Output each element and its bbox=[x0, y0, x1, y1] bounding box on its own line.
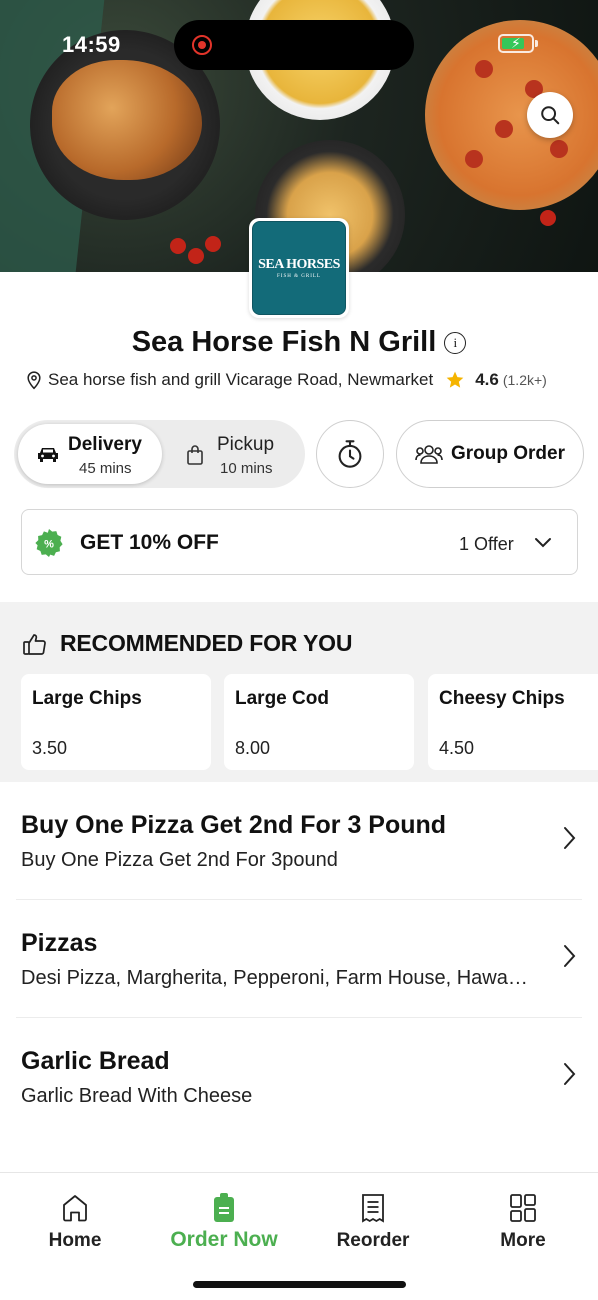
discount-badge-icon: % bbox=[35, 529, 63, 557]
recommended-item-name: Large Chips bbox=[32, 688, 142, 709]
recommended-header: RECOMMENDED FOR YOU bbox=[22, 630, 352, 657]
address-row: Sea horse fish and grill Vicarage Road, … bbox=[24, 369, 547, 391]
nav-home-label: Home bbox=[48, 1230, 102, 1251]
search-icon bbox=[541, 106, 560, 125]
chevron-right-icon bbox=[564, 945, 576, 967]
restaurant-address: Sea horse fish and grill Vicarage Road, … bbox=[48, 370, 434, 389]
nav-reorder-label: Reorder bbox=[336, 1230, 410, 1251]
car-icon bbox=[38, 448, 58, 462]
nav-more[interactable]: More bbox=[463, 1193, 583, 1252]
schedule-button[interactable] bbox=[316, 420, 384, 488]
recommended-section: RECOMMENDED FOR YOU Large Chips 3.50 Lar… bbox=[0, 602, 598, 782]
recommended-title: RECOMMENDED FOR YOU bbox=[60, 630, 353, 656]
home-icon bbox=[63, 1195, 87, 1222]
restaurant-logo: SEA HORSES FISH & GRILL bbox=[249, 218, 349, 318]
pickup-option[interactable]: Pickup 10 mins bbox=[174, 424, 301, 484]
rating-count: (1.2k+) bbox=[502, 372, 547, 388]
category-name: Pizzas bbox=[21, 929, 98, 957]
chevron-right-icon bbox=[564, 827, 576, 849]
dynamic-island bbox=[174, 20, 414, 70]
shopping-bag-icon bbox=[187, 445, 203, 465]
recommended-item-name: Cheesy Chips bbox=[439, 688, 565, 709]
thumbs-up-icon bbox=[23, 633, 46, 655]
offer-banner[interactable]: % GET 10% OFF 1 Offer bbox=[21, 509, 578, 575]
delivery-time: 45 mins bbox=[79, 460, 132, 477]
battery-icon: ⚡ bbox=[498, 34, 538, 53]
recommended-item-price: 4.50 bbox=[439, 738, 475, 758]
recommended-item-price: 8.00 bbox=[235, 738, 271, 758]
chevron-down-icon bbox=[535, 538, 551, 548]
group-icon bbox=[415, 445, 443, 464]
logo-subtext: FISH & GRILL bbox=[277, 274, 321, 279]
order-mode-toggle: Delivery 45 mins Pickup 10 mins bbox=[14, 420, 305, 488]
home-indicator bbox=[193, 1281, 406, 1288]
delivery-label: Delivery bbox=[68, 434, 142, 455]
delivery-option[interactable]: Delivery 45 mins bbox=[18, 424, 162, 484]
recommended-card[interactable]: Cheesy Chips 4.50 bbox=[428, 674, 598, 770]
nav-more-label: More bbox=[500, 1230, 546, 1251]
rating-value: 4.6 bbox=[475, 370, 499, 389]
recommended-item-price: 3.50 bbox=[32, 738, 68, 758]
group-order-label: Group Order bbox=[450, 443, 565, 464]
info-icon[interactable]: i bbox=[444, 331, 467, 354]
offer-text: GET 10% OFF bbox=[80, 531, 219, 554]
roast-chicken-decoration bbox=[52, 60, 202, 180]
menu-category-row[interactable]: Garlic Bread Garlic Bread With Cheese bbox=[0, 1018, 598, 1136]
location-pin-icon bbox=[27, 371, 41, 390]
menu-category-row[interactable]: Pizzas Desi Pizza, Margherita, Pepperoni… bbox=[0, 900, 598, 1018]
restaurant-title-row: Sea Horse Fish N Grill i bbox=[0, 326, 598, 359]
category-name: Garlic Bread bbox=[21, 1047, 170, 1075]
search-button[interactable] bbox=[527, 92, 573, 138]
nav-reorder[interactable]: Reorder bbox=[313, 1193, 433, 1252]
nav-order-now[interactable]: Order Now bbox=[164, 1193, 284, 1252]
star-icon bbox=[446, 371, 464, 388]
restaurant-name: Sea Horse Fish N Grill bbox=[131, 326, 437, 358]
recommended-card[interactable]: Large Chips 3.50 bbox=[21, 674, 211, 770]
status-time: 14:59 bbox=[62, 32, 121, 57]
nav-home[interactable]: Home bbox=[15, 1193, 135, 1252]
pickup-time: 10 mins bbox=[220, 460, 273, 477]
category-description: Buy One Pizza Get 2nd For 3pound bbox=[21, 849, 338, 871]
category-description: Garlic Bread With Cheese bbox=[21, 1085, 253, 1107]
recommended-item-name: Large Cod bbox=[235, 688, 329, 709]
category-description: Desi Pizza, Margherita, Pepperoni, Farm … bbox=[21, 967, 528, 989]
nav-order-now-label: Order Now bbox=[170, 1228, 278, 1251]
logo-text: SEA HORSES bbox=[258, 257, 340, 272]
recording-indicator-icon bbox=[192, 35, 212, 55]
menu-category-row[interactable]: Buy One Pizza Get 2nd For 3 Pound Buy On… bbox=[0, 782, 598, 900]
receipt-icon bbox=[362, 1194, 384, 1223]
grid-icon bbox=[510, 1194, 536, 1222]
group-order-button[interactable]: Group Order bbox=[396, 420, 584, 488]
chevron-right-icon bbox=[564, 1063, 576, 1085]
order-icon bbox=[214, 1193, 234, 1222]
offer-count: 1 Offer bbox=[459, 534, 514, 554]
stopwatch-icon bbox=[338, 440, 362, 468]
svg-text:%: % bbox=[44, 539, 54, 551]
pickup-label: Pickup bbox=[217, 434, 275, 455]
category-name: Buy One Pizza Get 2nd For 3 Pound bbox=[21, 811, 447, 839]
recommended-card[interactable]: Large Cod 8.00 bbox=[224, 674, 414, 770]
